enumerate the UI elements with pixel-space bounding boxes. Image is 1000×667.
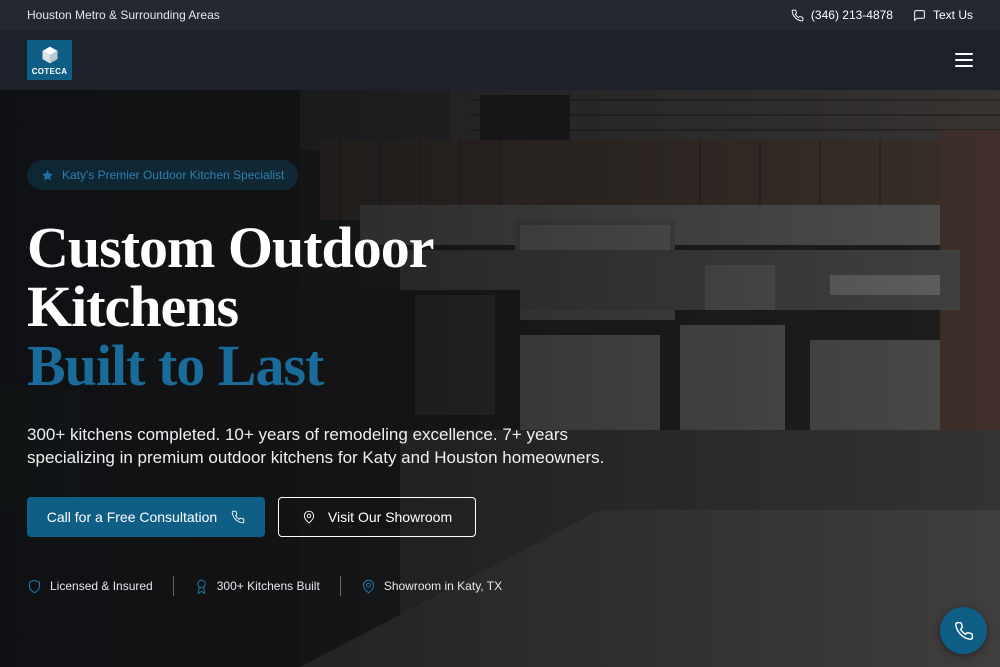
shield-icon xyxy=(29,579,40,593)
phone-number: (346) 213-4878 xyxy=(810,8,893,22)
text-us-label: Text Us xyxy=(932,8,973,22)
phone-icon xyxy=(231,510,245,524)
hero-section: Katy's Premier Outdoor Kitchen Specialis… xyxy=(0,90,1000,667)
hero-subtext: 300+ kitchens completed. 10+ years of re… xyxy=(27,425,605,467)
hero-headline: Custom Outdoor Kitchens Built to Last xyxy=(27,215,435,398)
logo-wordmark: COTECA xyxy=(31,66,68,76)
map-pin-icon xyxy=(362,579,374,593)
free-consultation-button[interactable]: Call for a Free Consultation xyxy=(27,497,265,537)
phone-icon xyxy=(791,9,804,21)
headline-line-1: Custom Outdoor xyxy=(27,215,435,280)
floating-call-button[interactable] xyxy=(940,607,987,654)
visit-showroom-button[interactable]: Visit Our Showroom xyxy=(278,497,476,537)
top-bar-contacts: (346) 213-4878 Text Us xyxy=(791,8,973,22)
feature-kitchens-built: 300+ Kitchens Built xyxy=(194,579,320,594)
feature-label: 300+ Kitchens Built xyxy=(216,579,320,593)
phone-icon xyxy=(954,621,973,640)
feature-licensed: Licensed & Insured xyxy=(27,579,153,594)
text-us-link[interactable]: Text Us xyxy=(913,8,973,22)
feature-showroom: Showroom in Katy, TX xyxy=(361,579,502,594)
site-logo[interactable]: COTECA xyxy=(27,40,72,80)
trust-features: Licensed & Insured 300+ Kitchens Built S… xyxy=(27,576,502,596)
main-navbar: COTECA xyxy=(0,30,1000,90)
hamburger-menu-icon[interactable] xyxy=(955,53,973,67)
free-consultation-label: Call for a Free Consultation xyxy=(46,509,218,525)
map-pin-icon xyxy=(303,510,315,524)
feature-label: Licensed & Insured xyxy=(50,579,153,593)
visit-showroom-label: Visit Our Showroom xyxy=(327,509,453,525)
feature-label: Showroom in Katy, TX xyxy=(383,579,503,593)
headline-accent: Built to Last xyxy=(27,333,324,398)
message-icon xyxy=(914,9,925,22)
feature-divider xyxy=(339,576,341,596)
cube-logo-icon xyxy=(42,46,57,63)
top-bar: Houston Metro & Surrounding Areas (346) … xyxy=(0,0,1000,30)
specialist-badge: Katy's Premier Outdoor Kitchen Specialis… xyxy=(27,160,299,190)
feature-divider xyxy=(172,576,174,596)
star-icon xyxy=(42,169,53,180)
headline-line-2: Kitchens xyxy=(27,274,239,339)
service-area-text: Houston Metro & Surrounding Areas xyxy=(27,8,220,22)
badge-text: Katy's Premier Outdoor Kitchen Specialis… xyxy=(62,168,285,182)
award-icon xyxy=(196,579,206,594)
phone-link[interactable]: (346) 213-4878 xyxy=(791,8,893,22)
